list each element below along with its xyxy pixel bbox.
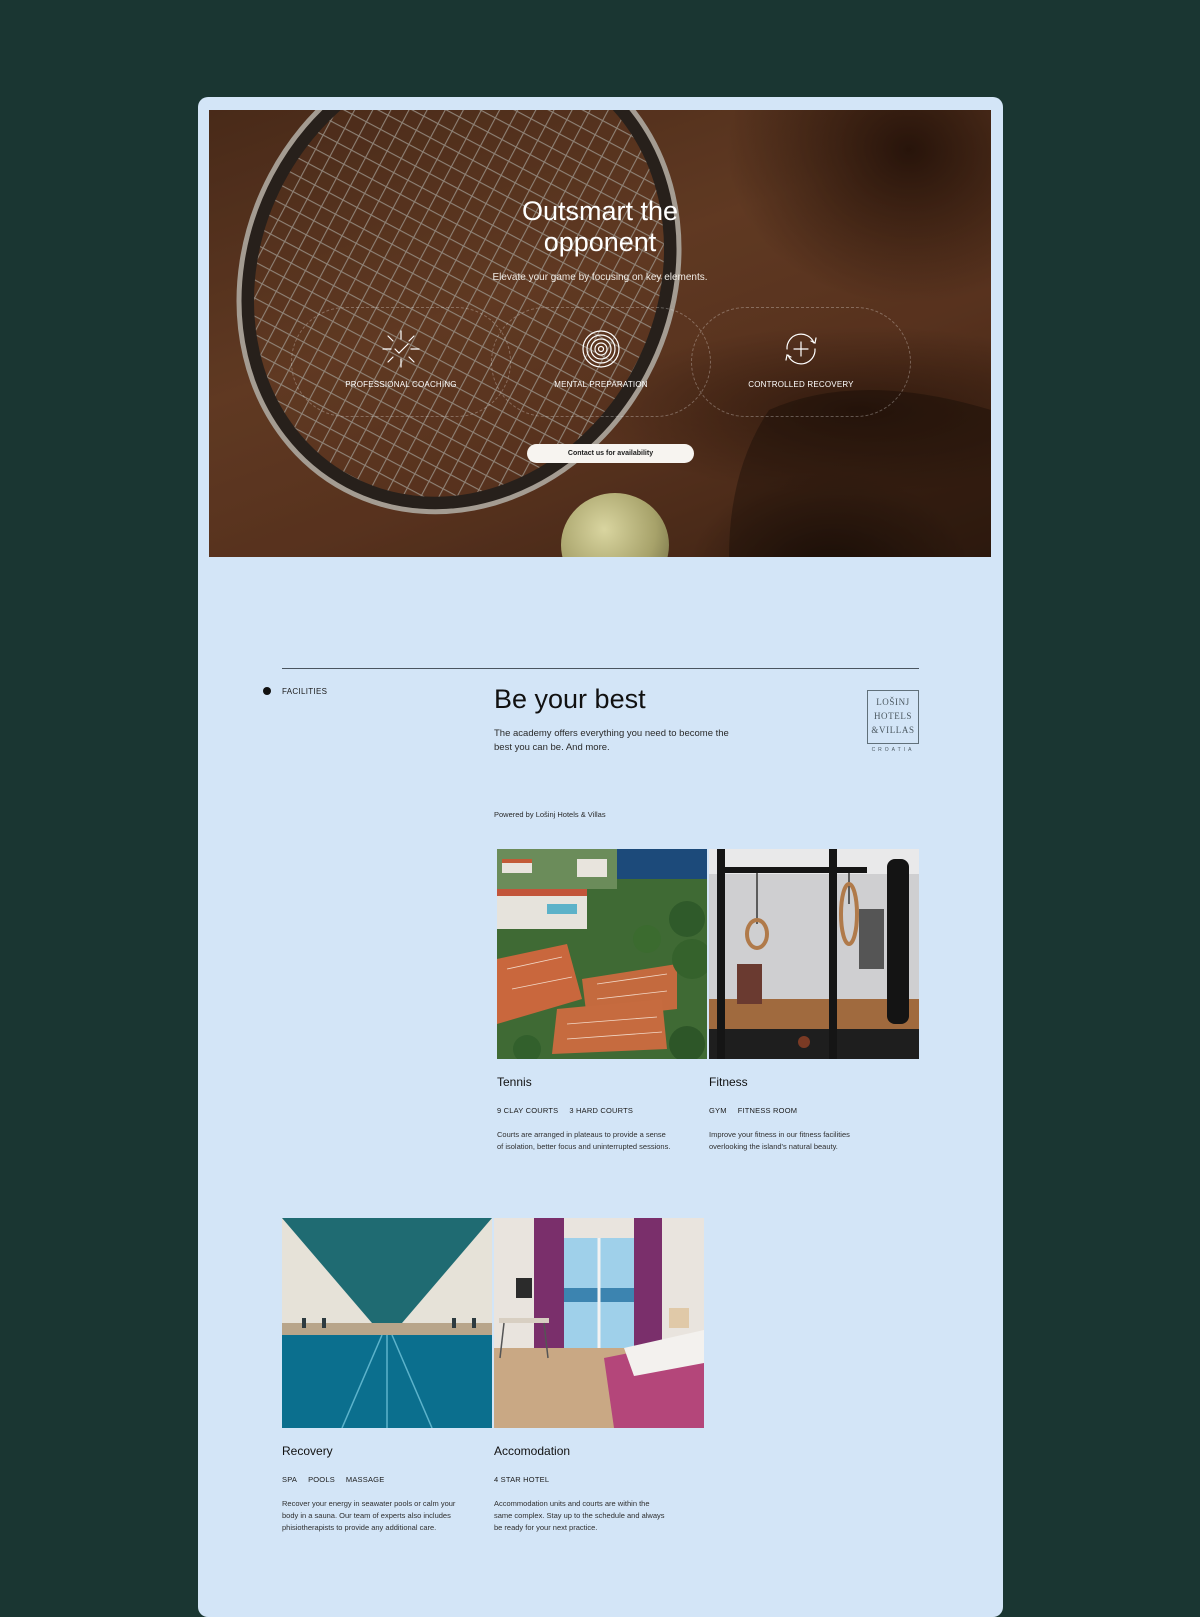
facility-tag: 4 STAR HOTEL [494, 1475, 550, 1484]
facility-tag: 3 HARD COURTS [569, 1106, 634, 1115]
section-divider [282, 668, 919, 669]
facility-title: Recovery [282, 1444, 333, 1458]
facility-title: Tennis [497, 1075, 532, 1089]
facility-tags: SPA POOLS MASSAGE [282, 1475, 384, 1484]
page-card: Outsmart the opponent Elevate your game … [198, 97, 1003, 1617]
facility-description: Accommodation units and courts are withi… [494, 1499, 665, 1532]
losinj-hotels-logo: LOŠINJ HOTELS &VILLAS [867, 690, 919, 744]
facility-tags: 4 STAR HOTEL [494, 1475, 549, 1484]
facility-tag: POOLS [308, 1475, 335, 1484]
cycle-plus-icon [785, 333, 817, 365]
hero-title: Outsmart the opponent [209, 196, 991, 258]
hero-section: Outsmart the opponent Elevate your game … [209, 110, 991, 557]
facility-tags: 9 CLAY COURTS 3 HARD COURTS [497, 1106, 633, 1115]
logo-line: HOTELS [873, 711, 913, 721]
facility-tag: 9 CLAY COURTS [497, 1106, 559, 1115]
target-rings-icon [582, 330, 620, 368]
facility-tag: SPA [282, 1475, 298, 1484]
powered-by-text: Powered by Lošinj Hotels & Villas [494, 810, 606, 819]
feature-label: CONTROLLED RECOVERY [748, 380, 854, 389]
section-label: FACILITIES [282, 687, 328, 696]
feature-label: MENTAL PREPARATION [554, 380, 648, 389]
section-heading: Be your best [494, 684, 646, 714]
hero-title-line2: opponent [543, 227, 657, 257]
facility-tag: GYM [709, 1106, 727, 1115]
facility-description: Recover your energy in seawater pools or… [282, 1499, 456, 1532]
facility-title: Accomodation [494, 1444, 571, 1458]
hotel-room-image [494, 1218, 704, 1428]
hero-title-line1: Outsmart the [521, 196, 679, 226]
indoor-pool-image [282, 1218, 492, 1428]
feature-professional-coaching: PROFESSIONAL COACHING [291, 307, 511, 417]
logo-subtitle: CROATIA [871, 747, 915, 753]
feature-mental-preparation: MENTAL PREPARATION [491, 307, 711, 417]
logo-line: LOŠINJ [876, 697, 910, 707]
logo-line: &VILLAS [871, 725, 915, 735]
facility-tag: FITNESS ROOM [737, 1106, 798, 1115]
sparkle-check-icon [382, 330, 420, 368]
hero-subtitle: Elevate your game by focusing on key ele… [492, 272, 708, 283]
feature-label: PROFESSIONAL COACHING [345, 380, 457, 389]
facility-description: Improve your fitness in our fitness faci… [709, 1130, 850, 1151]
facility-tag: MASSAGE [345, 1475, 385, 1484]
tennis-courts-image [497, 849, 707, 1059]
facility-description: Courts are arranged in plateaus to provi… [497, 1130, 671, 1151]
facility-title: Fitness [709, 1075, 748, 1089]
feature-controlled-recovery: CONTROLLED RECOVERY [691, 307, 911, 417]
fitness-gym-image [709, 849, 919, 1059]
feature-list: PROFESSIONAL COACHING MENTAL PREPARATION [291, 307, 911, 417]
facility-tags: GYM FITNESS ROOM [709, 1106, 797, 1115]
contact-availability-button[interactable]: Contact us for availability [527, 444, 694, 463]
section-bullet [263, 687, 271, 695]
section-lead: The academy offers everything you need t… [494, 728, 729, 753]
